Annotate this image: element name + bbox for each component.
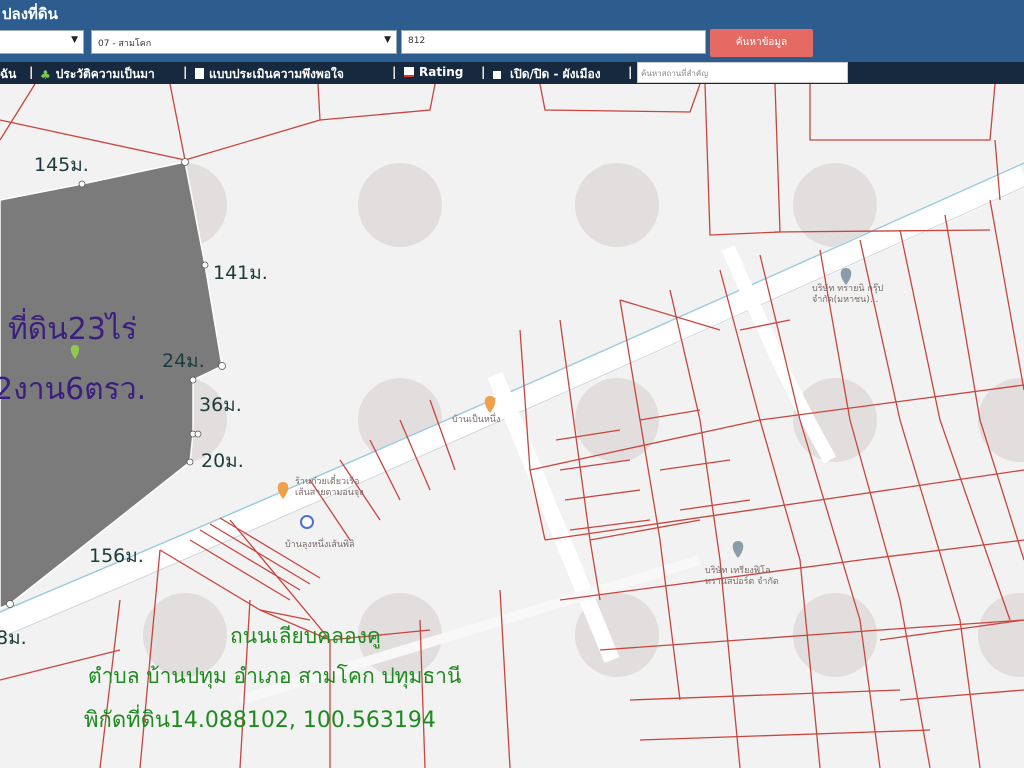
chevron-down-icon: ▼	[71, 35, 78, 45]
toolbar-separator: |	[29, 65, 34, 79]
chevron-down-icon: ▼	[384, 35, 391, 45]
location-pin-icon	[732, 541, 744, 558]
place-search-input[interactable]: ค้นหาสถานที่สำคัญ	[637, 62, 848, 83]
toolbar-separator: |	[392, 65, 397, 79]
poi-label-house2[interactable]: บ้านลุงหนึ่งเส้นพิลิ	[285, 540, 354, 551]
sprout-icon: ♣	[40, 68, 51, 82]
search-button[interactable]: ค้นหาข้อมูล	[710, 29, 813, 57]
toolbar-separator: |	[481, 65, 486, 79]
map-view[interactable]: 145ม. 141ม. 24ม. 36ม. 20ม. 156ม. 8ม. ที่…	[0, 84, 1024, 768]
toolbar-separator: |	[628, 65, 633, 79]
parcel-number-input[interactable]: 812	[401, 30, 706, 54]
toolbar-survey-label: แบบประเมินความพึงพอใจ	[209, 67, 344, 81]
distance-label-bottom: 156ม.	[89, 545, 144, 567]
coordinates-label: พิกัดที่ดิน14.088102, 100.563194	[84, 708, 436, 733]
toolbar-rating-label: Rating	[419, 65, 464, 79]
checkbox-icon[interactable]	[493, 71, 501, 79]
poi-label-house1[interactable]: บ้านเป็นหนึ่ง	[452, 415, 500, 426]
document-icon	[195, 68, 204, 79]
distance-label-short3: 20ม.	[201, 450, 244, 472]
district-select[interactable]: 07 - สามโคก ▼	[91, 30, 397, 54]
place-pin-icon	[300, 515, 314, 529]
toolbar-survey[interactable]: แบบประเมินความพึงพอใจ	[195, 65, 344, 84]
toolbar-history-label: ประวัติความเป็นมา	[55, 67, 155, 81]
header-bar: ปลงที่ดิน ▼ 07 - สามโคก ▼ 812 ค้นหาข้อมู…	[0, 0, 1024, 62]
distance-label-short1: 24ม.	[162, 350, 205, 372]
toolbar-city-plan-label: เปิด/ปิด - ผังเมือง	[510, 67, 601, 81]
land-area-line1: ที่ดิน23ไร่	[8, 312, 138, 347]
district-select-value: 07 - สามโคก	[98, 39, 152, 49]
poi-label-shop1[interactable]: ร้านก๋วยเตี๋ยวเรือ เส้นสายตามอนจุง	[295, 477, 375, 499]
chart-icon	[404, 67, 414, 77]
app-title: ปลงที่ดิน	[2, 5, 58, 23]
toolbar-separator: |	[183, 65, 188, 79]
road-name-label: ถนนเลียบคลองคู	[230, 624, 381, 648]
distance-label-short2: 36ม.	[199, 394, 242, 416]
toolbar: ฉัน | ♣ ประวัติความเป็นมา | แบบประเมินควา…	[0, 62, 1024, 84]
toolbar-item-partial[interactable]: ฉัน	[0, 65, 16, 84]
poi-label-company1[interactable]: บริษัท ทรายนิ กรุ๊ป จำกัด(มหาชน)...	[812, 284, 932, 306]
distance-label-right: 141ม.	[213, 262, 268, 284]
poi-label-company2[interactable]: บริษัท เทรียงฟิโล ทรานสปอร์ต จำกัด	[705, 566, 815, 588]
distance-label-top: 145ม.	[34, 154, 89, 176]
toolbar-city-plan-toggle[interactable]: เปิด/ปิด - ผังเมือง	[493, 65, 601, 84]
distance-label-corner: 8ม.	[0, 627, 27, 649]
province-select[interactable]: ▼	[0, 30, 84, 54]
land-area-line2: 2งาน6ตรว.	[0, 372, 147, 407]
location-pin-icon	[840, 268, 852, 285]
toolbar-rating[interactable]: Rating	[404, 65, 463, 79]
location-label: ตำบล บ้านปทุม อำเภอ สามโคก ปทุมธานี	[88, 664, 462, 688]
toolbar-history[interactable]: ♣ ประวัติความเป็นมา	[40, 65, 155, 84]
